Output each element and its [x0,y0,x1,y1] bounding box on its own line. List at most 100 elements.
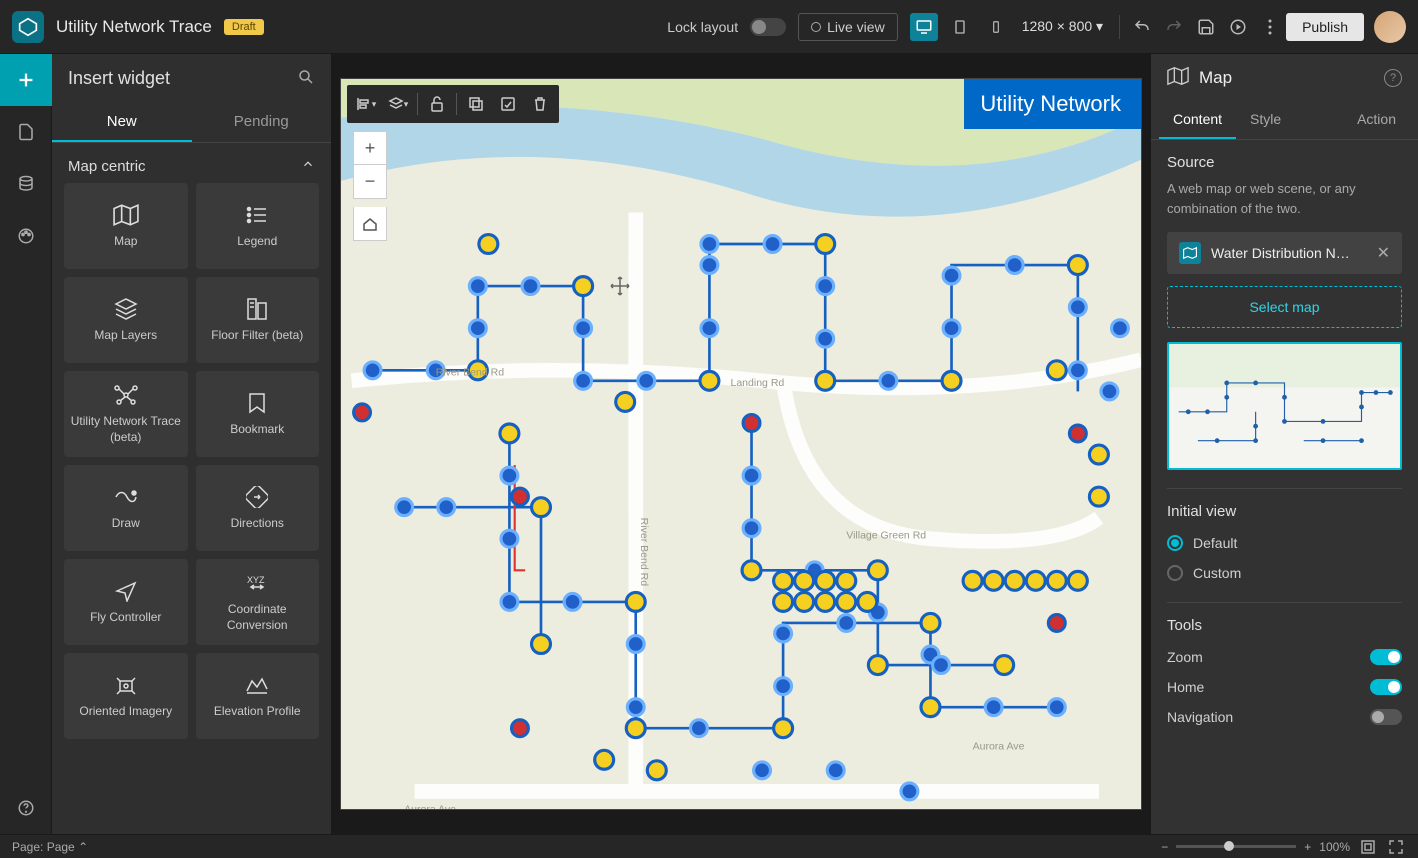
widget-panel-title: Insert widget [68,68,170,89]
device-desktop-button[interactable] [910,13,938,41]
map-icon [113,202,139,228]
selection-toolbar: ▾ ▾ [347,85,559,123]
map-home-button[interactable] [353,207,387,241]
draft-badge: Draft [224,19,264,35]
topbar: Utility Network Trace Draft Lock layout … [0,0,1418,54]
lock-layout-toggle[interactable] [750,18,786,36]
more-button[interactable] [1254,11,1286,43]
zoom-out-footer[interactable]: − [1161,840,1168,854]
widget-card-elevation-profile[interactable]: Elevation Profile [196,653,320,739]
source-name: Water Distribution N… [1211,245,1367,261]
svg-text:XYZ: XYZ [247,575,265,585]
fullscreen-button[interactable] [1386,837,1406,857]
tab-style[interactable]: Style [1236,101,1295,139]
radio-custom[interactable]: Custom [1167,558,1402,588]
help-icon[interactable]: ? [1384,69,1402,87]
insert-widget-button[interactable] [0,54,52,106]
tab-new[interactable]: New [52,103,192,142]
radio-default[interactable]: Default [1167,528,1402,558]
widget-card-coordinate-conversion[interactable]: XYZCoordinate Conversion [196,559,320,645]
help-rail-button[interactable] [0,782,52,834]
layers-dropdown-button[interactable]: ▾ [383,89,413,119]
map-panel-icon [1167,66,1189,89]
zoom-slider[interactable] [1176,845,1296,848]
undo-button[interactable] [1126,11,1158,43]
tools-label: Tools [1167,617,1402,634]
source-description: A web map or web scene, or any combinati… [1167,179,1402,218]
chevron-up-icon: ⌃ [78,840,88,854]
widget-card-utility-network-trace[interactable]: Utility Network Trace (beta) [64,371,188,457]
theme-rail-button[interactable] [0,210,52,262]
publish-button[interactable]: Publish [1286,13,1364,41]
remove-source-button[interactable]: ✕ [1377,243,1390,263]
widget-search-button[interactable] [297,68,315,89]
save-button[interactable] [1190,11,1222,43]
tool-navigation-label: Navigation [1167,709,1233,725]
initial-view-label: Initial view [1167,503,1402,520]
zoom-in-footer[interactable]: + [1304,840,1311,854]
fit-screen-button[interactable] [1358,837,1378,857]
canvas-size-selector[interactable]: 1280 × 800 ▾ [1018,14,1107,39]
page-selector[interactable]: Page ⌃ [47,840,88,854]
zoom-value: 100% [1319,840,1350,854]
device-tablet-button[interactable] [946,13,974,41]
floor-filter-icon [246,296,268,322]
tool-home-toggle[interactable] [1370,679,1402,695]
lock-layout-label: Lock layout [667,19,738,35]
widget-card-directions[interactable]: Directions [196,465,320,551]
svg-text:Village Green Rd: Village Green Rd [846,530,926,542]
lock-button[interactable] [422,89,452,119]
map-canvas[interactable]: River Bend Rd Landing Rd River Bend Rd V… [340,78,1142,810]
page-rail-button[interactable] [0,106,52,158]
device-phone-button[interactable] [982,13,1010,41]
move-cursor-icon [609,275,631,300]
legend-icon [246,202,268,228]
webmap-icon [1179,242,1201,264]
tab-action[interactable]: Action [1343,101,1410,139]
tool-home-label: Home [1167,679,1204,695]
redo-button[interactable] [1158,11,1190,43]
widget-card-map-layers[interactable]: Map Layers [64,277,188,363]
zoom-out-button[interactable]: − [353,165,387,199]
page-label: Page: [12,840,43,854]
source-card[interactable]: Water Distribution N… ✕ [1167,232,1402,274]
footer: Page: Page ⌃ − + 100% [0,834,1418,858]
widget-card-floor-filter[interactable]: Floor Filter (beta) [196,277,320,363]
tab-pending[interactable]: Pending [192,103,332,142]
widget-card-legend[interactable]: Legend [196,183,320,269]
map-content: River Bend Rd Landing Rd River Bend Rd V… [341,79,1141,809]
tool-zoom-toggle[interactable] [1370,649,1402,665]
zoom-in-button[interactable]: + [353,131,387,165]
live-view-button[interactable]: Live view [798,13,898,41]
widget-card-bookmark[interactable]: Bookmark [196,371,320,457]
source-label: Source [1167,154,1402,171]
tab-content[interactable]: Content [1159,101,1236,139]
layers-icon [114,296,138,322]
widget-card-fly-controller[interactable]: Fly Controller [64,559,188,645]
tool-zoom-label: Zoom [1167,649,1203,665]
app-logo[interactable] [12,11,44,43]
draw-icon [114,484,138,510]
section-map-centric[interactable]: Map centric [52,143,331,183]
bookmark-icon [248,390,266,416]
duplicate-button[interactable] [461,89,491,119]
canvas-area: River Bend Rd Landing Rd River Bend Rd V… [332,54,1150,834]
map-thumbnail[interactable] [1167,342,1402,470]
widget-card-draw[interactable]: Draw [64,465,188,551]
widget-card-map[interactable]: Map [64,183,188,269]
user-avatar[interactable] [1374,11,1406,43]
utility-network-icon [113,382,139,408]
widget-card-oriented-imagery[interactable]: Oriented Imagery [64,653,188,739]
pending-button[interactable] [493,89,523,119]
widget-panel: Insert widget New Pending Map centric Ma… [52,54,332,834]
align-button[interactable]: ▾ [351,89,381,119]
icon-rail [0,54,52,834]
oriented-imagery-icon [114,672,138,698]
tool-navigation-toggle[interactable] [1370,709,1402,725]
svg-text:River Bend Rd: River Bend Rd [436,367,505,379]
app-title: Utility Network Trace [56,17,212,37]
select-map-button[interactable]: Select map [1167,286,1402,328]
delete-button[interactable] [525,89,555,119]
preview-button[interactable] [1222,11,1254,43]
data-rail-button[interactable] [0,158,52,210]
